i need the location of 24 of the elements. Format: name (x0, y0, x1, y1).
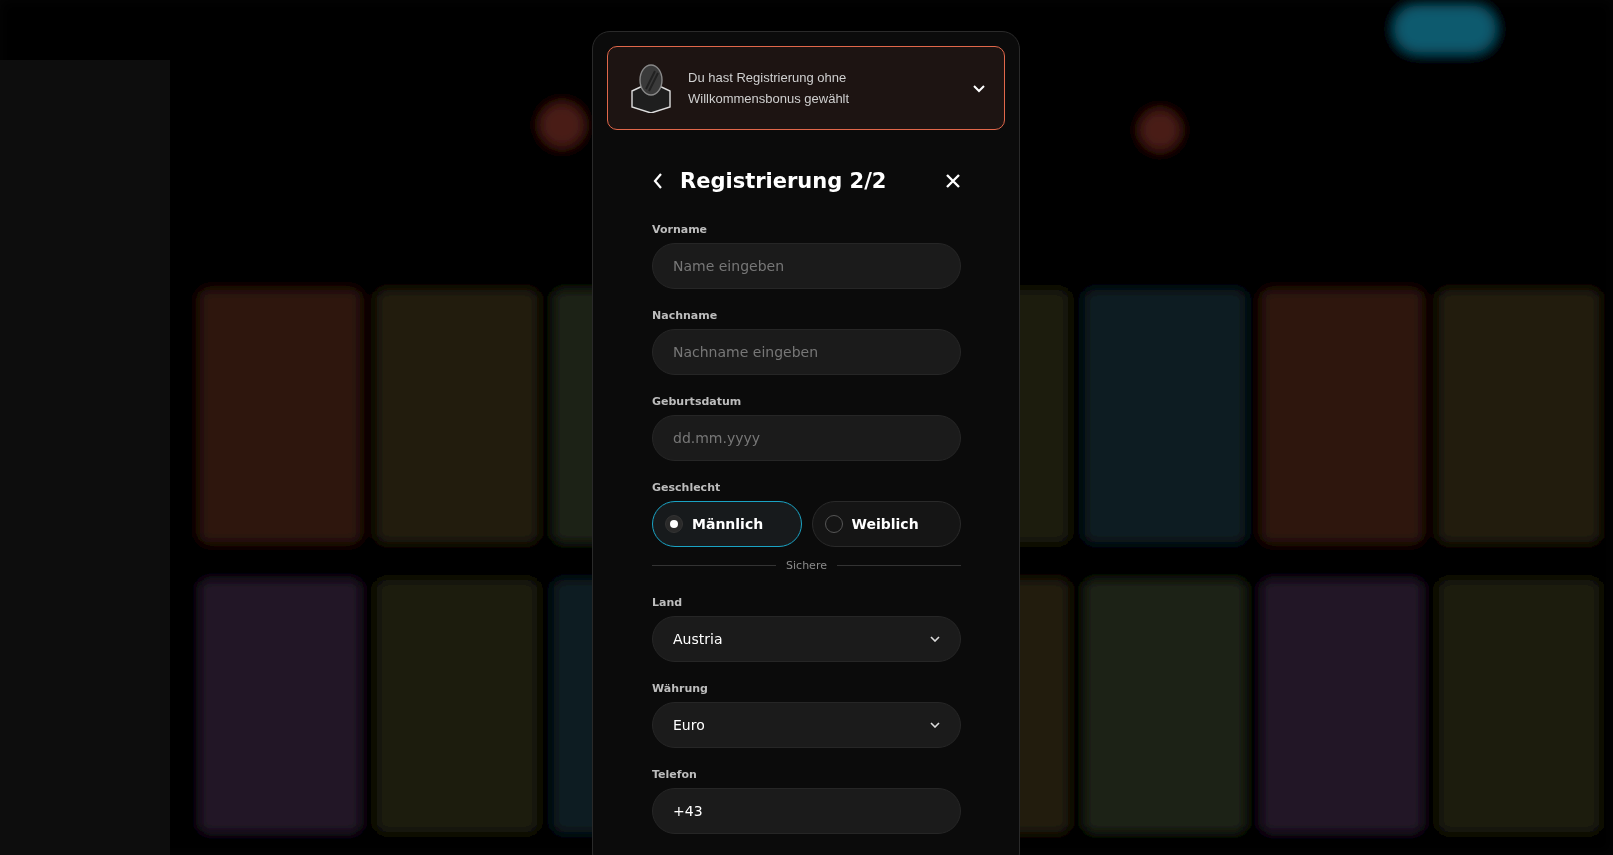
radio-option[interactable]: Weiblich (811, 501, 961, 547)
field-label: Währung (652, 682, 708, 695)
bonus-banner[interactable]: Du hast Registrierung ohne Willkommensbonus gewählt (607, 46, 1005, 130)
field-label: Telefon (652, 768, 697, 781)
select-field[interactable]: Euro (652, 702, 961, 748)
caret-icon (930, 636, 940, 642)
back-icon[interactable] (652, 172, 664, 190)
input-field[interactable]: Nachname eingeben (652, 329, 961, 375)
divider-label: Sichere (786, 559, 827, 572)
select-field[interactable]: Austria (652, 616, 961, 662)
input-field[interactable]: dd.mm.yyyy (652, 415, 961, 461)
radio-option[interactable]: Männlich (652, 501, 802, 547)
field-label: Geburtsdatum (652, 395, 742, 408)
field-label: Nachname (652, 309, 718, 322)
field-label: Vorname (652, 223, 708, 236)
banner-text: Du hast Registrierung ohne Willkommensbonus gewählt (688, 69, 851, 108)
caret-icon (930, 722, 940, 728)
dialog-title: Registrierung 2/2 (680, 169, 888, 193)
field-label: Geschlecht (652, 481, 721, 494)
input-field[interactable]: Name eingeben (652, 243, 961, 289)
coin-box-icon (628, 63, 674, 113)
field-label: Land (652, 596, 683, 609)
close-icon[interactable] (945, 173, 961, 189)
input-field[interactable]: +43 (652, 788, 961, 834)
